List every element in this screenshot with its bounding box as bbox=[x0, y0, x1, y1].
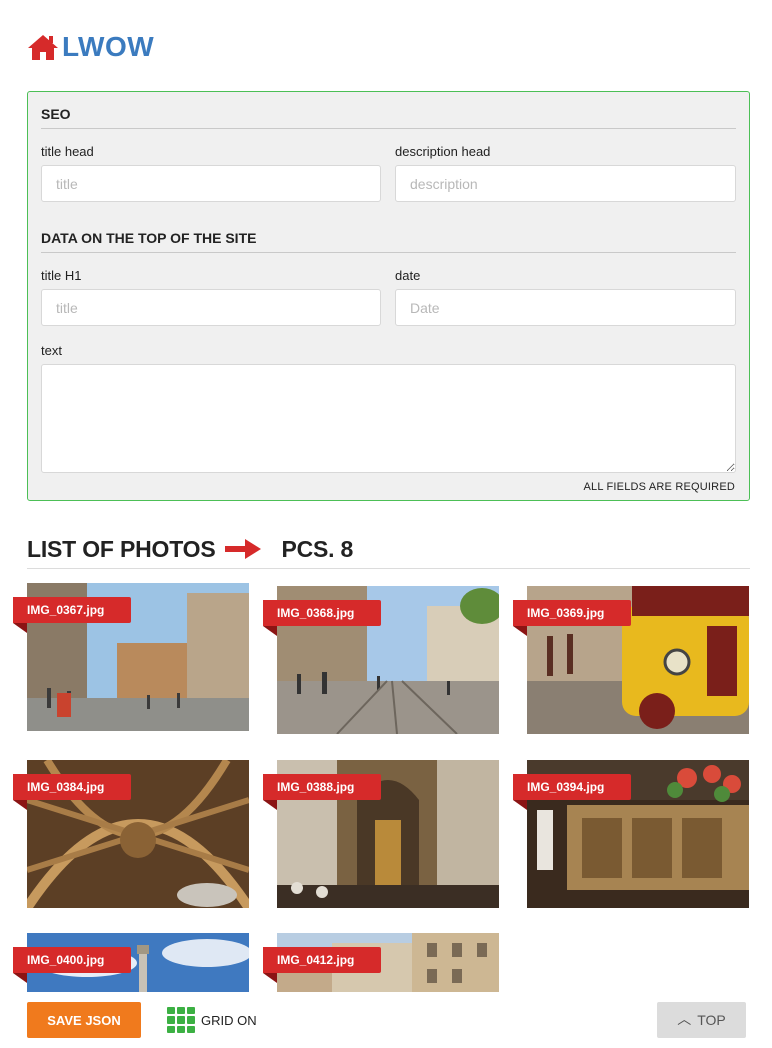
save-json-button[interactable]: SAVE JSON bbox=[27, 1002, 141, 1038]
title-h1-input[interactable] bbox=[41, 289, 381, 326]
seo-form-panel: SEO title head description head DATA ON … bbox=[27, 91, 750, 501]
description-head-label: description head bbox=[395, 144, 491, 159]
top-data-section-title: DATA ON THE TOP OF THE SITE bbox=[41, 230, 736, 253]
photo-filename-tag: IMG_0388.jpg bbox=[263, 774, 381, 810]
text-label: text bbox=[41, 343, 62, 358]
seo-section-title: SEO bbox=[41, 106, 736, 129]
scroll-top-button[interactable]: ︿ TOP bbox=[657, 1002, 746, 1038]
photo-card[interactable]: IMG_0388.jpg bbox=[263, 760, 499, 908]
arrow-right-icon bbox=[225, 539, 262, 559]
title-head-input[interactable] bbox=[41, 165, 381, 202]
photo-card[interactable]: IMG_0367.jpg bbox=[13, 583, 249, 731]
photo-filename-tag: IMG_0367.jpg bbox=[13, 597, 131, 633]
text-textarea[interactable] bbox=[41, 364, 736, 473]
required-note: ALL FIELDS ARE REQUIRED bbox=[583, 481, 735, 493]
photo-filename-tag: IMG_0368.jpg bbox=[263, 600, 381, 636]
title-h1-label: title H1 bbox=[41, 268, 82, 283]
photo-card[interactable]: IMG_0384.jpg bbox=[13, 760, 249, 908]
brand-logo[interactable]: LWOW bbox=[27, 31, 155, 62]
date-input[interactable] bbox=[395, 289, 736, 326]
chevron-up-icon: ︿ bbox=[677, 1011, 692, 1027]
photo-card[interactable]: IMG_0412.jpg bbox=[263, 933, 499, 992]
description-head-input[interactable] bbox=[395, 165, 736, 202]
photo-filename-tag: IMG_0384.jpg bbox=[13, 774, 131, 810]
photo-filename-tag: IMG_0400.jpg bbox=[13, 947, 131, 983]
home-icon bbox=[28, 35, 58, 60]
photo-card[interactable]: IMG_0369.jpg bbox=[513, 586, 749, 734]
grid-toggle-label: GRID ON bbox=[201, 1012, 257, 1028]
photo-list-heading: LIST OF PHOTOS PCS. 8 bbox=[27, 530, 750, 569]
grid-toggle[interactable]: GRID ON bbox=[167, 1007, 257, 1033]
brand-name: LWOW bbox=[62, 31, 155, 62]
date-label: date bbox=[395, 268, 421, 283]
photo-filename-tag: IMG_0369.jpg bbox=[513, 600, 631, 636]
photo-count: PCS. 8 bbox=[281, 535, 354, 562]
photo-card[interactable]: IMG_0400.jpg bbox=[13, 933, 249, 992]
title-head-label: title head bbox=[41, 144, 94, 159]
photo-card[interactable]: IMG_0368.jpg bbox=[263, 586, 499, 734]
photo-filename-tag: IMG_0394.jpg bbox=[513, 774, 631, 810]
photo-filename-tag: IMG_0412.jpg bbox=[263, 947, 381, 983]
grid-icon bbox=[167, 1007, 195, 1033]
photo-card[interactable]: IMG_0394.jpg bbox=[513, 760, 749, 908]
scroll-top-label: TOP bbox=[697, 1012, 726, 1028]
photo-list-title: LIST OF PHOTOS bbox=[27, 535, 216, 562]
